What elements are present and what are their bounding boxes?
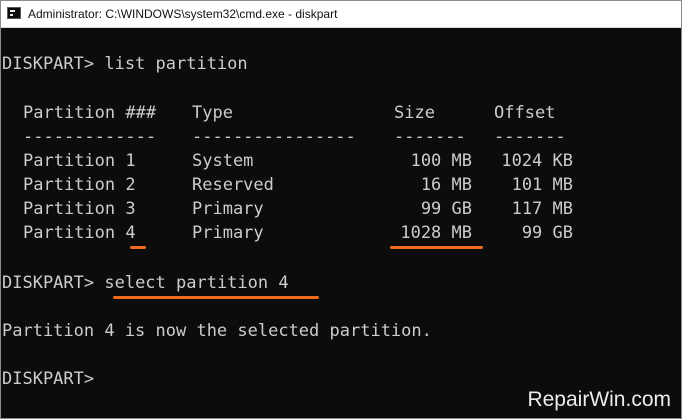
offset-cell: 117 MB: [511, 199, 573, 219]
separator-type: ----------------: [192, 127, 356, 147]
separator-size: -------: [394, 127, 466, 147]
command-line-select-partition: DISKPART> select partition 4: [2, 273, 289, 293]
type-cell: System: [192, 151, 254, 171]
partition-cell: Partition 4: [23, 223, 136, 243]
table-row: Partition 2 Reserved 16 MB 101 MB: [2, 175, 602, 195]
result-message: Partition 4 is now the selected partitio…: [2, 321, 432, 341]
partition-cell: Partition 2: [23, 175, 136, 195]
table-header-row: Partition ### Type Size Offset: [2, 103, 602, 123]
offset-cell: 101 MB: [511, 175, 573, 195]
separator-partition: -------------: [23, 127, 157, 147]
size-cell: 1028 MB: [400, 223, 472, 243]
command-line-list-partition: DISKPART> list partition: [2, 54, 248, 74]
type-cell: Reserved: [192, 175, 274, 195]
prompt: DISKPART>: [2, 273, 105, 293]
partition-cell: Partition 3: [23, 199, 136, 219]
table-row: Partition 1 System 100 MB 1024 KB: [2, 151, 602, 171]
type-cell: Primary: [192, 199, 264, 219]
cmd-window: Administrator: C:\WINDOWS\system32\cmd.e…: [0, 0, 682, 419]
size-highlight: [390, 246, 483, 249]
table-separator-row: ------------- ---------------- ------- -…: [2, 127, 602, 147]
prompt: DISKPART>: [2, 369, 95, 389]
table-row: Partition 3 Primary 99 GB 117 MB: [2, 199, 602, 219]
select-partition-command: select partition 4: [104, 273, 289, 293]
offset-cell: 99 GB: [521, 223, 573, 243]
command-highlight: [113, 296, 319, 299]
window-title: Administrator: C:\WINDOWS\system32\cmd.e…: [28, 7, 338, 21]
size-cell: 99 GB: [420, 199, 472, 219]
partition-number-highlight: [130, 246, 146, 249]
header-type: Type: [192, 103, 233, 123]
header-partition: Partition ###: [23, 103, 157, 123]
separator-offset: -------: [494, 127, 566, 147]
partition-cell: Partition 1: [23, 151, 136, 171]
header-size: Size: [394, 103, 435, 123]
cmd-icon: [7, 7, 21, 19]
terminal-output[interactable]: DISKPART> list partition Partition ### T…: [1, 28, 681, 418]
watermark: RepairWin.com: [527, 388, 671, 411]
size-cell: 100 MB: [410, 151, 472, 171]
offset-cell: 1024 KB: [501, 151, 573, 171]
table-row: Partition 4 Primary 1028 MB 99 GB: [2, 223, 602, 243]
type-cell: Primary: [192, 223, 264, 243]
title-bar[interactable]: Administrator: C:\WINDOWS\system32\cmd.e…: [1, 1, 681, 28]
size-cell: 16 MB: [420, 175, 472, 195]
header-offset: Offset: [494, 103, 556, 123]
